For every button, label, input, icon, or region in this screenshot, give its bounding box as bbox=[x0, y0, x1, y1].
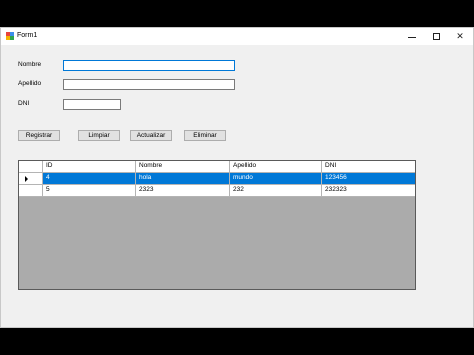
nombre-field[interactable] bbox=[63, 60, 235, 71]
table-row[interactable]: 5 2323 232 232323 bbox=[19, 185, 415, 197]
cell-nombre[interactable]: hola bbox=[136, 173, 230, 185]
grid-header-row: ID Nombre Apellido DNI bbox=[19, 161, 415, 173]
nombre-label: Nombre bbox=[18, 61, 42, 68]
column-header-id[interactable]: ID bbox=[43, 161, 136, 173]
cell-dni[interactable]: 232323 bbox=[322, 185, 415, 197]
app-icon bbox=[6, 32, 14, 40]
dni-field[interactable] bbox=[63, 99, 121, 110]
close-button[interactable]: ✕ bbox=[447, 28, 473, 45]
dni-label: DNI bbox=[18, 100, 30, 107]
apellido-label: Apellido bbox=[18, 80, 42, 87]
row-header[interactable] bbox=[19, 173, 43, 185]
cell-apellido[interactable]: 232 bbox=[230, 185, 322, 197]
registrar-button[interactable]: Registrar bbox=[18, 130, 60, 141]
cell-dni[interactable]: 123456 bbox=[322, 173, 415, 185]
limpiar-button[interactable]: Limpiar bbox=[78, 130, 120, 141]
table-row[interactable]: 4 hola mundo 123456 bbox=[19, 173, 415, 185]
data-grid[interactable]: ID Nombre Apellido DNI 4 hola mundo 1234… bbox=[18, 160, 416, 290]
current-row-arrow-icon bbox=[25, 176, 28, 182]
window-title: Form1 bbox=[17, 32, 38, 39]
column-header-apellido[interactable]: Apellido bbox=[230, 161, 322, 173]
maximize-icon bbox=[432, 33, 440, 40]
column-header-nombre[interactable]: Nombre bbox=[136, 161, 230, 173]
cell-nombre[interactable]: 2323 bbox=[136, 185, 230, 197]
title-bar[interactable]: Form1 ✕ bbox=[1, 28, 473, 45]
cell-apellido[interactable]: mundo bbox=[230, 173, 322, 185]
apellido-field[interactable] bbox=[63, 79, 235, 90]
row-header[interactable] bbox=[19, 185, 43, 197]
column-header-dni[interactable]: DNI bbox=[322, 161, 415, 173]
close-icon: ✕ bbox=[456, 31, 464, 41]
minimize-icon bbox=[408, 36, 416, 38]
cell-id[interactable]: 5 bbox=[43, 185, 136, 197]
maximize-button[interactable] bbox=[423, 28, 449, 45]
corner-header[interactable] bbox=[19, 161, 43, 173]
cell-id[interactable]: 4 bbox=[43, 173, 136, 185]
minimize-button[interactable] bbox=[399, 28, 425, 45]
eliminar-button[interactable]: Eliminar bbox=[184, 130, 226, 141]
form1-window: Form1 ✕ Nombre Apellido DNI Registrar Li… bbox=[0, 27, 474, 328]
actualizar-button[interactable]: Actualizar bbox=[130, 130, 172, 141]
